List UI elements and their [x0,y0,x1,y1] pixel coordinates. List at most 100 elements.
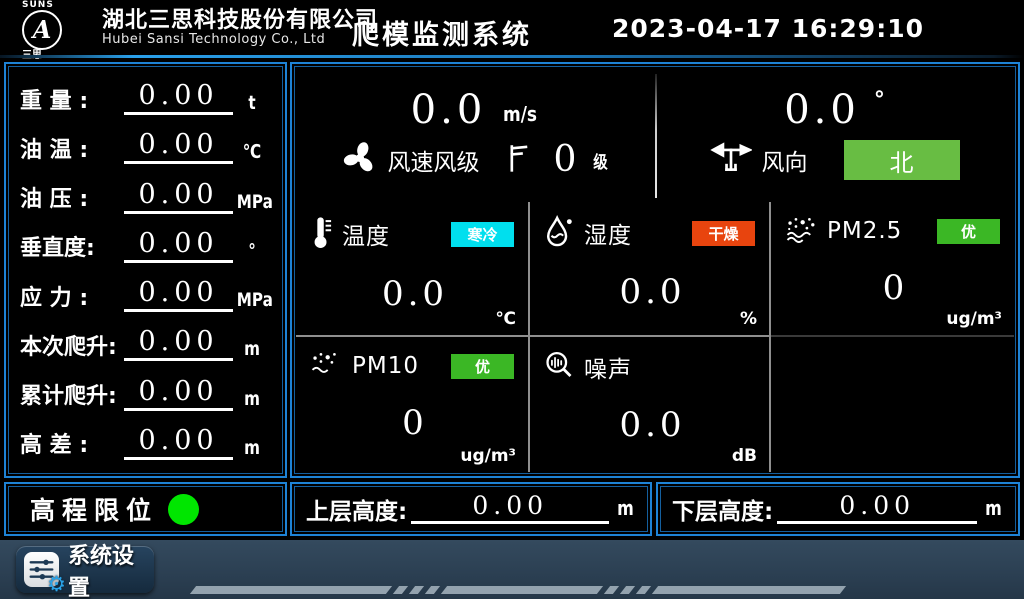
header-accent-line [0,55,1024,58]
wind-level-flag-icon [506,143,530,177]
lower-height-label: 下层高度: [672,492,773,526]
lower-height-box: 下层高度: 0.00 m [656,482,1020,536]
wind-speed-label: 风速风级 [388,143,480,177]
environment-panel: 0.0 m/s 风速风级 [290,62,1020,478]
metric-unit: ℃ [237,141,267,164]
header: SUNS A 三思 湖北三思科技股份有限公司 Hubei Sansi Techn… [0,0,1024,55]
metric-value: 0.00 [124,328,233,361]
metric-row-height-diff: 高 差 : 0.00 m [20,427,271,460]
env-label: PM10 [352,353,419,379]
metric-label: 垂直度: [20,236,124,262]
lower-height-value: 0.00 [777,493,977,524]
env-cell-pm25: PM2.5 优 0 ug/m³ [771,202,1014,337]
wind-direction-value: 0.0 [784,90,860,130]
company-name-en: Hubei Sansi Technology Co., Ltd [102,33,378,48]
metric-label: 累计爬升: [20,384,124,410]
metric-unit: m [237,388,267,411]
env-value: 0 [785,271,1006,305]
env-cell-empty [771,337,1014,472]
upper-height-box: 上层高度: 0.00 m [290,482,652,536]
env-value: 0 [310,406,520,440]
metric-value: 0.00 [124,131,233,164]
metric-value: 0.00 [124,427,233,460]
datetime-display: 2023-04-17 16:29:10 [612,14,924,43]
metric-row-weight: 重 量 : 0.00 t [20,82,271,115]
wind-vane-icon [710,141,752,179]
env-label: PM2.5 [827,218,902,244]
metric-row-current-climb: 本次爬升: 0.00 m [20,328,271,361]
upper-height-unit: m [617,496,634,522]
footer-bar: ⚙ 系统设置 [0,540,1024,599]
metric-row-stress: 应 力 : 0.00 MPa [20,279,271,312]
metric-label: 油 压 : [20,187,124,213]
logo-mark-icon: A [22,10,62,50]
metric-unit: m [237,437,267,460]
metric-label: 油 温 : [20,138,124,164]
metric-label: 本次爬升: [20,335,124,361]
wind-level-unit: 级 [594,148,608,173]
metric-value: 0.00 [124,378,233,411]
hmi-screen: SUNS A 三思 湖北三思科技股份有限公司 Hubei Sansi Techn… [0,0,1024,599]
status-badge: 寒冷 [451,222,514,247]
env-unit: % [740,309,757,329]
sliders-icon: ⚙ [24,552,59,587]
env-cell-noise: 噪声 0.0 dB [530,337,771,472]
company-name-cn: 湖北三思科技股份有限公司 [102,8,378,33]
metric-unit: ° [237,240,267,263]
env-cell-pm10: PM10 优 0 ug/m³ [296,337,530,472]
metric-value: 0.00 [124,181,233,214]
wind-section: 0.0 m/s 风速风级 [296,68,1014,202]
env-unit: ug/m³ [460,446,516,466]
metric-row-total-climb: 累计爬升: 0.00 m [20,378,271,411]
hydraulic-metrics-panel: 重 量 : 0.00 t 油 温 : 0.00 ℃ 油 压 : 0.00 MPa… [4,62,287,478]
env-value: 0.0 [544,275,761,309]
thermometer-icon [310,215,332,253]
env-unit: dB [732,446,757,466]
env-label: 噪声 [584,350,632,384]
env-value: 0.0 [544,408,761,442]
droplet-icon [544,215,574,251]
metric-label: 高 差 : [20,433,124,459]
dust-icon [310,350,342,382]
wind-section-divider [655,74,657,198]
metric-label: 重 量 : [20,89,124,115]
upper-height-label: 上层高度: [306,492,407,526]
wind-direction-badge: 北 [844,140,960,180]
metric-row-oil-pressure: 油 压 : 0.00 MPa [20,181,271,214]
wind-speed-block: 0.0 m/s 风速风级 [296,68,655,202]
env-label: 湿度 [584,216,632,250]
elevation-limit-label: 高程限位 [30,491,158,527]
status-badge: 优 [937,219,1000,244]
metric-row-verticality: 垂直度: 0.00 ° [20,230,271,263]
env-unit: ℃ [495,309,516,329]
env-unit: ug/m³ [946,309,1002,329]
metric-unit: MPa [237,191,267,214]
company-name: 湖北三思科技股份有限公司 Hubei Sansi Technology Co.,… [102,8,378,48]
system-settings-button[interactable]: ⚙ 系统设置 [16,546,154,593]
elevation-limit-box: 高程限位 [4,482,287,536]
metric-unit: MPa [237,289,267,312]
page-title: 爬模监测系统 [352,13,532,52]
wind-direction-unit: ° [874,88,885,113]
elevation-limit-indicator [168,494,199,525]
metric-unit: t [237,92,267,115]
metric-value: 0.00 [124,82,233,115]
wind-level-value: 0 [554,142,577,178]
wind-direction-label: 风向 [762,143,808,177]
gear-icon: ⚙ [47,574,66,595]
company-logo: SUNS A 三思 [22,1,96,61]
logo-suns-text: SUNS [22,1,96,10]
environment-grid: 温度 寒冷 0.0 ℃ 湿度 干燥 [296,202,1014,472]
env-cell-humidity: 湿度 干燥 0.0 % [530,202,771,337]
env-label: 温度 [342,217,390,251]
wind-direction-block: 0.0 ° [655,68,1014,202]
wind-speed-unit: m/s [503,102,537,126]
settings-button-label: 系统设置 [68,538,146,599]
wind-speed-value: 0.0 [411,90,487,130]
metric-row-oil-temp: 油 温 : 0.00 ℃ [20,131,271,164]
fan-icon [342,140,378,180]
env-cell-temperature: 温度 寒冷 0.0 ℃ [296,202,530,337]
footer-decoration-stripes [193,586,843,594]
metric-value: 0.00 [124,230,233,263]
noise-meter-icon [544,350,574,384]
